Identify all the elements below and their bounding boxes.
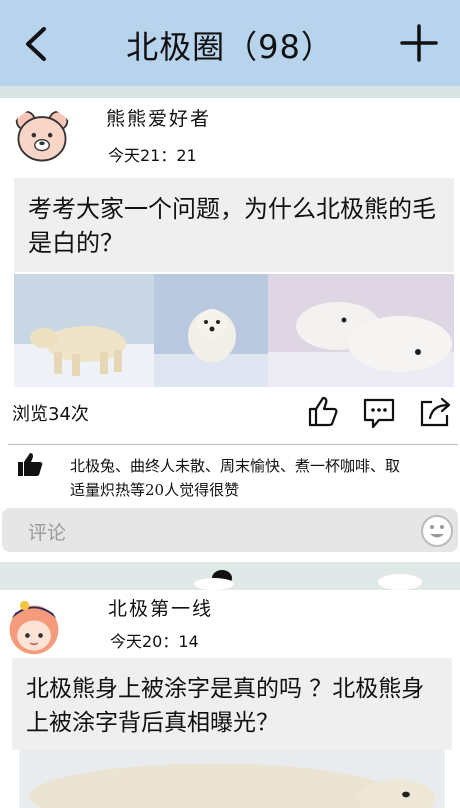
share-icon[interactable] [418, 394, 452, 428]
anime-avatar[interactable] [4, 598, 64, 658]
post-question: 北极熊身上被涂字是真的吗 ？北极熊身上被涂字背后真相曝光？ [12, 658, 452, 750]
view-count: 浏览34次 [12, 404, 89, 425]
post-time: 今天21：21 [108, 146, 197, 165]
comment-placeholder: 评论 [28, 522, 67, 544]
thumbs-up-icon[interactable] [306, 394, 340, 428]
bear-avatar[interactable] [10, 108, 74, 166]
divider [8, 444, 458, 445]
app-header: 北极圈（98） [0, 0, 460, 86]
polar-bear-photo-1[interactable] [14, 274, 154, 387]
post-time: 今天20：14 [110, 632, 199, 651]
page-title: 北极圈（98） [126, 28, 334, 66]
add-plus-icon[interactable] [400, 24, 438, 62]
polar-bear-photo-2[interactable] [154, 274, 268, 387]
polar-bear-photo[interactable] [12, 750, 452, 808]
post-gap [0, 562, 460, 590]
header-shadow-strip [0, 86, 460, 98]
post-author[interactable]: 熊熊爱好者 [106, 104, 211, 131]
post-question: 考考大家一个问题，为什么北极熊的毛是白的？ [14, 178, 454, 272]
likes-summary: 北极兔、曲终人未散、周末愉快、煮一杯咖啡、取适量炽热等20人觉得很赞 [70, 457, 401, 499]
comment-bubble-icon[interactable] [362, 396, 396, 430]
emoji-icon[interactable] [420, 514, 454, 548]
polar-bear-photo-3[interactable] [268, 274, 454, 387]
post-photos [14, 274, 454, 387]
post-card: 熊熊爱好者 今天21：21 考考大家一个问题，为什么北极熊的毛是白的？ 浏览34… [0, 98, 460, 562]
comment-input[interactable]: 评论 [2, 508, 458, 552]
background-decor [194, 570, 422, 590]
thumbs-up-filled-icon [18, 453, 43, 476]
post-card: 北极第一线 今天20：14 北极熊身上被涂字是真的吗 ？北极熊身上被涂字背后真相… [0, 590, 460, 808]
post-author[interactable]: 北极第一线 [108, 594, 213, 621]
